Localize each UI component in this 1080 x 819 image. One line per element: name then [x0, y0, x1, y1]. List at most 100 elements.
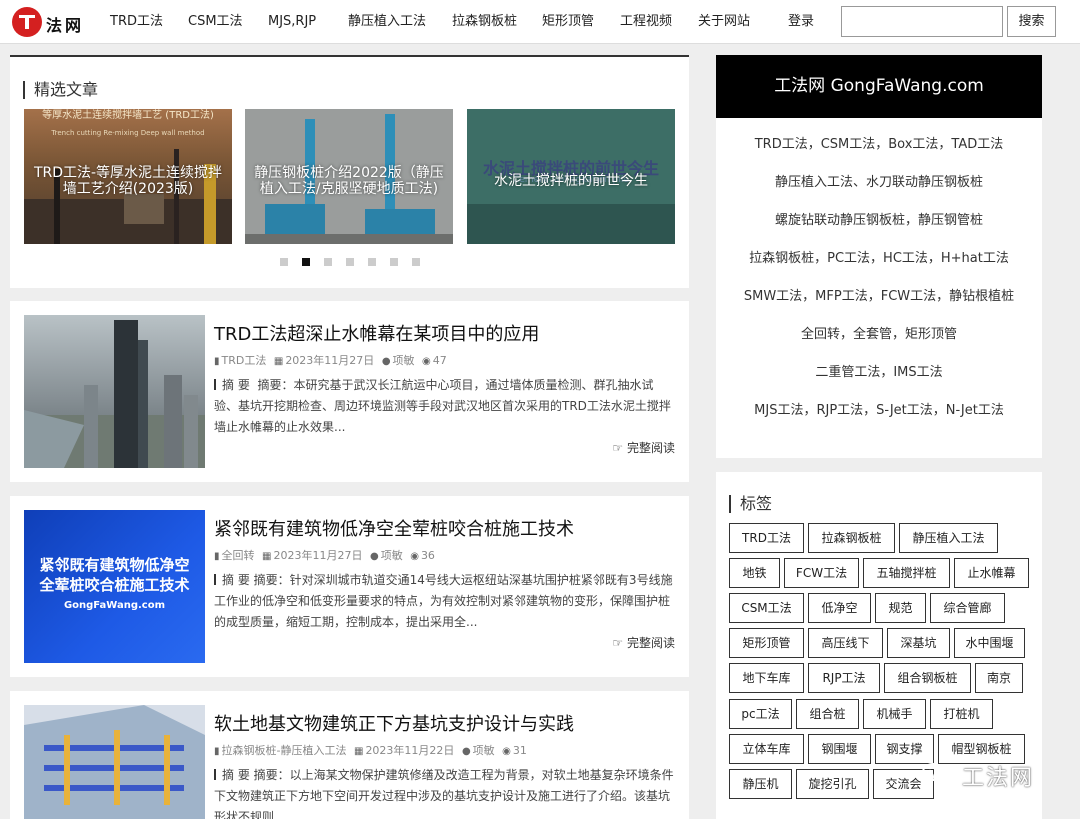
- carousel-dot[interactable]: [346, 258, 354, 266]
- thumb-text-line-2: 全荤桩咬合桩施工技术: [39, 576, 190, 594]
- tag-item[interactable]: 高压线下: [808, 628, 883, 658]
- article-1-meta: ▮ TRD工法 ▦ 2023年11月27日 ● 项敏 ◉ 47: [214, 352, 447, 368]
- sidebar-header: 工法网 GongFaWang.com: [716, 55, 1042, 118]
- tag-item[interactable]: 旋挖引孔: [796, 769, 869, 799]
- tag-item[interactable]: 组合桩: [796, 699, 859, 729]
- nav-item-box-jacking[interactable]: 矩形顶管: [542, 0, 594, 44]
- article-card-3: 软土地基文物建筑正下方基坑支护设计与实践 ▮ 拉森钢板桩-静压植入工法 ▦ 2023…: [10, 691, 689, 819]
- featured-slide-2[interactable]: 静压钢板桩介绍2022版（静压植入工法/克服坚硬地质工法): [245, 109, 453, 244]
- article-2-thumbnail[interactable]: 紧邻既有建筑物低净空 全荤桩咬合桩施工技术 GongFaWang.com: [24, 510, 205, 663]
- nav-item-csm[interactable]: CSM工法: [188, 0, 243, 44]
- sidebar-line-5: SMW工法，MFP工法，FCW工法，静钻根植桩: [743, 289, 1015, 304]
- article-3-summary: 摘 要 摘要：以上海某文物保护建筑修缮及改造工程为背景，对软土地基复杂环境条件下…: [214, 765, 676, 819]
- tag-item[interactable]: 地铁: [729, 558, 780, 588]
- carousel-dot[interactable]: [390, 258, 398, 266]
- sidebar-line-6: 全回转，全套管，矩形顶管: [800, 327, 957, 342]
- tag-item[interactable]: 矩形顶管: [729, 628, 804, 658]
- tag-item[interactable]: 地下车库: [729, 663, 804, 693]
- eye-icon: ◉: [410, 551, 419, 562]
- carousel-dot[interactable]: [324, 258, 332, 266]
- tag-item[interactable]: pc工法: [729, 699, 792, 729]
- site-logo[interactable]: 法网: [12, 7, 84, 37]
- nav-item-larsen[interactable]: 拉森钢板桩: [452, 0, 517, 44]
- user-icon: ●: [461, 746, 471, 757]
- tag-item[interactable]: 深基坑: [887, 628, 950, 658]
- tag-item[interactable]: TRD工法: [729, 523, 804, 553]
- tag-item[interactable]: CSM工法: [729, 593, 804, 623]
- calendar-icon: ▦: [353, 746, 364, 757]
- user-icon: ●: [381, 356, 391, 367]
- tag-item[interactable]: 规范: [875, 593, 926, 623]
- tag-item[interactable]: 立体车库: [729, 734, 804, 764]
- carousel-dot-active[interactable]: [302, 258, 310, 266]
- tag-item[interactable]: 打桩机: [930, 699, 993, 729]
- login-link[interactable]: 登录: [788, 0, 814, 44]
- article-2-title[interactable]: 紧邻既有建筑物低净空全荤桩咬合桩施工技术: [214, 515, 574, 541]
- article-1-thumbnail[interactable]: [24, 315, 205, 468]
- article-1-views: 47: [432, 354, 447, 367]
- nav-item-videos[interactable]: 工程视频: [620, 0, 672, 44]
- bookmark-icon: ▮: [214, 551, 220, 562]
- featured-slide-1[interactable]: 等厚水泥土连续搅拌墙工艺 (TRD工法) Trench cutting Re-m…: [24, 109, 232, 244]
- tag-item[interactable]: 机械手: [863, 699, 926, 729]
- tag-item[interactable]: 五轴搅拌桩: [863, 558, 950, 588]
- carousel-dot[interactable]: [412, 258, 420, 266]
- calendar-icon: ▦: [273, 356, 284, 367]
- article-2-meta: ▮ 全回转 ▦ 2023年11月27日 ● 项敏 ◉ 36: [214, 547, 435, 563]
- article-2-category[interactable]: 全回转: [222, 549, 255, 562]
- tag-item[interactable]: 低净空: [808, 593, 871, 623]
- article-3-date: 2023年11月22日: [365, 744, 455, 757]
- calendar-icon: ▦: [262, 551, 272, 562]
- sidebar-line-3: 螺旋钻联动静压钢板桩，静压钢管桩: [774, 213, 983, 228]
- summary-text: 摘要：针对深圳城市轨道交通14号线大运枢纽站深基坑围护桩紧邻既有3号线施工作业的…: [214, 573, 673, 629]
- summary-label: 摘 要: [222, 768, 250, 782]
- sidebar-site-info: 工法网 GongFaWang.com TRD工法，CSM工法，Box工法，TAD…: [716, 55, 1042, 458]
- carousel-dot[interactable]: [368, 258, 376, 266]
- tag-item[interactable]: RJP工法: [808, 663, 880, 693]
- article-1-date: 2023年11月27日: [285, 354, 375, 367]
- read-more-label: 完整阅读: [626, 636, 675, 650]
- summary-text: 摘要：以上海某文物保护建筑修缮及改造工程为背景，对软土地基复杂环境条件下文物建筑…: [214, 768, 674, 819]
- featured-slide-3[interactable]: 水泥土搅拌桩的前世今生 Cement-soil agitation pile 水…: [467, 109, 675, 244]
- article-3-thumbnail[interactable]: [24, 705, 205, 819]
- tag-item[interactable]: 水中围堰: [954, 628, 1025, 658]
- tag-item[interactable]: 钢围堰: [808, 734, 871, 764]
- article-3-category[interactable]: 拉森钢板桩-静压植入工法: [222, 744, 347, 757]
- article-2-views: 36: [420, 549, 435, 562]
- search-button[interactable]: 搜索: [1007, 6, 1056, 37]
- article-1-title[interactable]: TRD工法超深止水帷幕在某项目中的应用: [214, 320, 539, 346]
- article-2-read-more[interactable]: ☞ 完整阅读: [612, 634, 675, 651]
- nav-item-about[interactable]: 关于网站: [698, 0, 750, 44]
- tag-item[interactable]: 静压机: [729, 769, 792, 799]
- article-1-read-more[interactable]: ☞ 完整阅读: [612, 439, 675, 456]
- nav-item-static-press[interactable]: 静压植入工法: [348, 0, 426, 44]
- nav-item-mjs-rjp[interactable]: MJS,RJP: [268, 0, 316, 44]
- thumb-text-line-1: 紧邻既有建筑物低净空: [39, 556, 190, 574]
- article-2-author: 项敏: [380, 549, 403, 562]
- hand-pointer-icon: ☞: [612, 636, 624, 650]
- tag-item[interactable]: 组合钢板桩: [884, 663, 971, 693]
- nav-item-trd[interactable]: TRD工法: [110, 0, 163, 44]
- hand-pointer-icon: ☞: [612, 441, 624, 455]
- sidebar-line-4: 拉森钢板桩，PC工法，HC工法，H+hat工法: [749, 251, 1009, 266]
- tag-item[interactable]: FCW工法: [784, 558, 859, 588]
- foundation-pit-model-image: [24, 705, 205, 819]
- article-1-category[interactable]: TRD工法: [222, 354, 267, 367]
- wechat-watermark: 工法网: [922, 756, 1052, 792]
- sidebar-line-8: MJS工法，RJP工法，S-Jet工法，N-Jet工法: [754, 403, 1004, 418]
- carousel-dot[interactable]: [280, 258, 288, 266]
- tag-item[interactable]: 综合管廊: [930, 593, 1005, 623]
- article-3-author: 项敏: [472, 744, 495, 757]
- sidebar-line-7: 二重管工法，IMS工法: [815, 365, 943, 380]
- tag-item[interactable]: 拉森钢板桩: [808, 523, 895, 553]
- logo-mark-icon: [12, 7, 42, 37]
- slide-1-overlay-title: 等厚水泥土连续搅拌墙工艺 (TRD工法): [42, 110, 214, 121]
- search-input[interactable]: [841, 6, 1003, 37]
- tag-item[interactable]: 静压植入工法: [899, 523, 998, 553]
- article-3-title[interactable]: 软土地基文物建筑正下方基坑支护设计与实践: [214, 710, 574, 736]
- slide-3-caption: 水泥土搅拌桩的前世今生: [494, 173, 648, 189]
- summary-label: 摘 要: [222, 573, 250, 587]
- tag-item[interactable]: 止水帷幕: [954, 558, 1029, 588]
- summary-bar: [214, 769, 216, 780]
- tag-item[interactable]: 南京: [975, 663, 1023, 693]
